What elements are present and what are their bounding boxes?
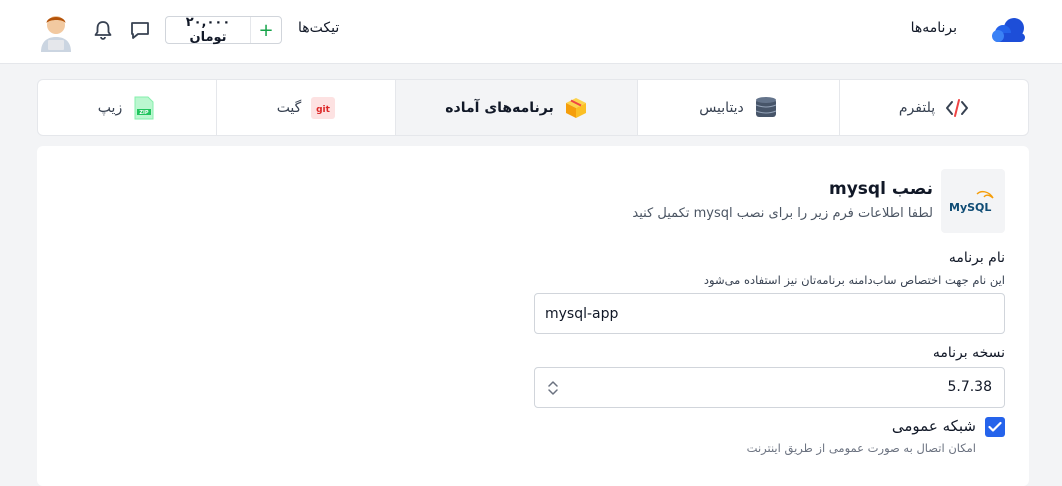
svg-text:git: git (316, 105, 331, 115)
svg-text:ZIP: ZIP (140, 110, 149, 116)
app-version-select[interactable]: 5.7.38 (534, 367, 1005, 408)
public-network-hint: امکان اتصال به صورت عمومی از طریق اینترن… (746, 441, 976, 455)
install-form-panel: MySQL نصب mysql لطفا اطلاعات فرم زیر را … (37, 146, 1029, 486)
package-icon (564, 96, 588, 120)
tab-database-label: دیتابیس (699, 99, 744, 116)
app-title: نصب mysql (829, 179, 933, 199)
public-network-checkbox[interactable] (985, 417, 1005, 437)
app-description: لطفا اطلاعات فرم زیر را برای نصب mysql ت… (632, 206, 933, 221)
nav-tickets-link[interactable]: تیکت‌ها (298, 20, 339, 36)
add-credit-button[interactable]: + (250, 17, 281, 43)
app-version-value: 5.7.38 (947, 379, 992, 395)
top-navbar: برنامه‌ها تیکت‌ها ۲۰,۰۰۰ تومان + (0, 0, 1062, 64)
wallet-balance[interactable]: ۲۰,۰۰۰ تومان + (165, 15, 282, 45)
svg-text:MySQL: MySQL (949, 201, 991, 214)
tab-ready-apps-label: برنامه‌های آماده (445, 99, 554, 116)
git-icon: git (311, 96, 336, 120)
tab-ready-apps[interactable]: برنامه‌های آماده (395, 80, 637, 135)
install-type-tabs: پلتفرم دیتابیس برنامه‌های آماده gi (37, 79, 1029, 136)
user-avatar[interactable] (37, 10, 75, 52)
tab-platform[interactable]: پلتفرم (839, 80, 1028, 135)
cloud-logo-icon[interactable] (989, 16, 1029, 44)
chat-icon[interactable] (129, 19, 151, 41)
bell-icon[interactable] (92, 19, 114, 41)
public-network-label: شبکه عمومی (891, 417, 976, 435)
app-name-hint: این نام جهت اختصاص ساب‌دامنه برنامه‌تان … (703, 273, 1005, 287)
app-version-label: نسخه برنامه (932, 345, 1005, 361)
zip-icon: ZIP (132, 96, 156, 120)
tab-zip[interactable]: ZIP زیپ (38, 80, 216, 135)
nav-apps-link[interactable]: برنامه‌ها (911, 20, 957, 36)
tab-git-label: گیت (276, 99, 302, 116)
check-icon (988, 421, 1002, 432)
chevron-updown-icon (548, 381, 558, 395)
app-name-label: نام برنامه (948, 250, 1005, 266)
tab-database[interactable]: دیتابیس (637, 80, 839, 135)
database-icon (754, 96, 778, 120)
tab-zip-label: زیپ (97, 99, 123, 116)
tab-git[interactable]: git گیت (216, 80, 395, 135)
mysql-logo: MySQL (941, 169, 1005, 233)
code-icon (945, 96, 969, 120)
app-name-input[interactable] (534, 293, 1005, 334)
wallet-amount: ۲۰,۰۰۰ تومان (185, 15, 231, 45)
tab-platform-label: پلتفرم (898, 99, 936, 116)
